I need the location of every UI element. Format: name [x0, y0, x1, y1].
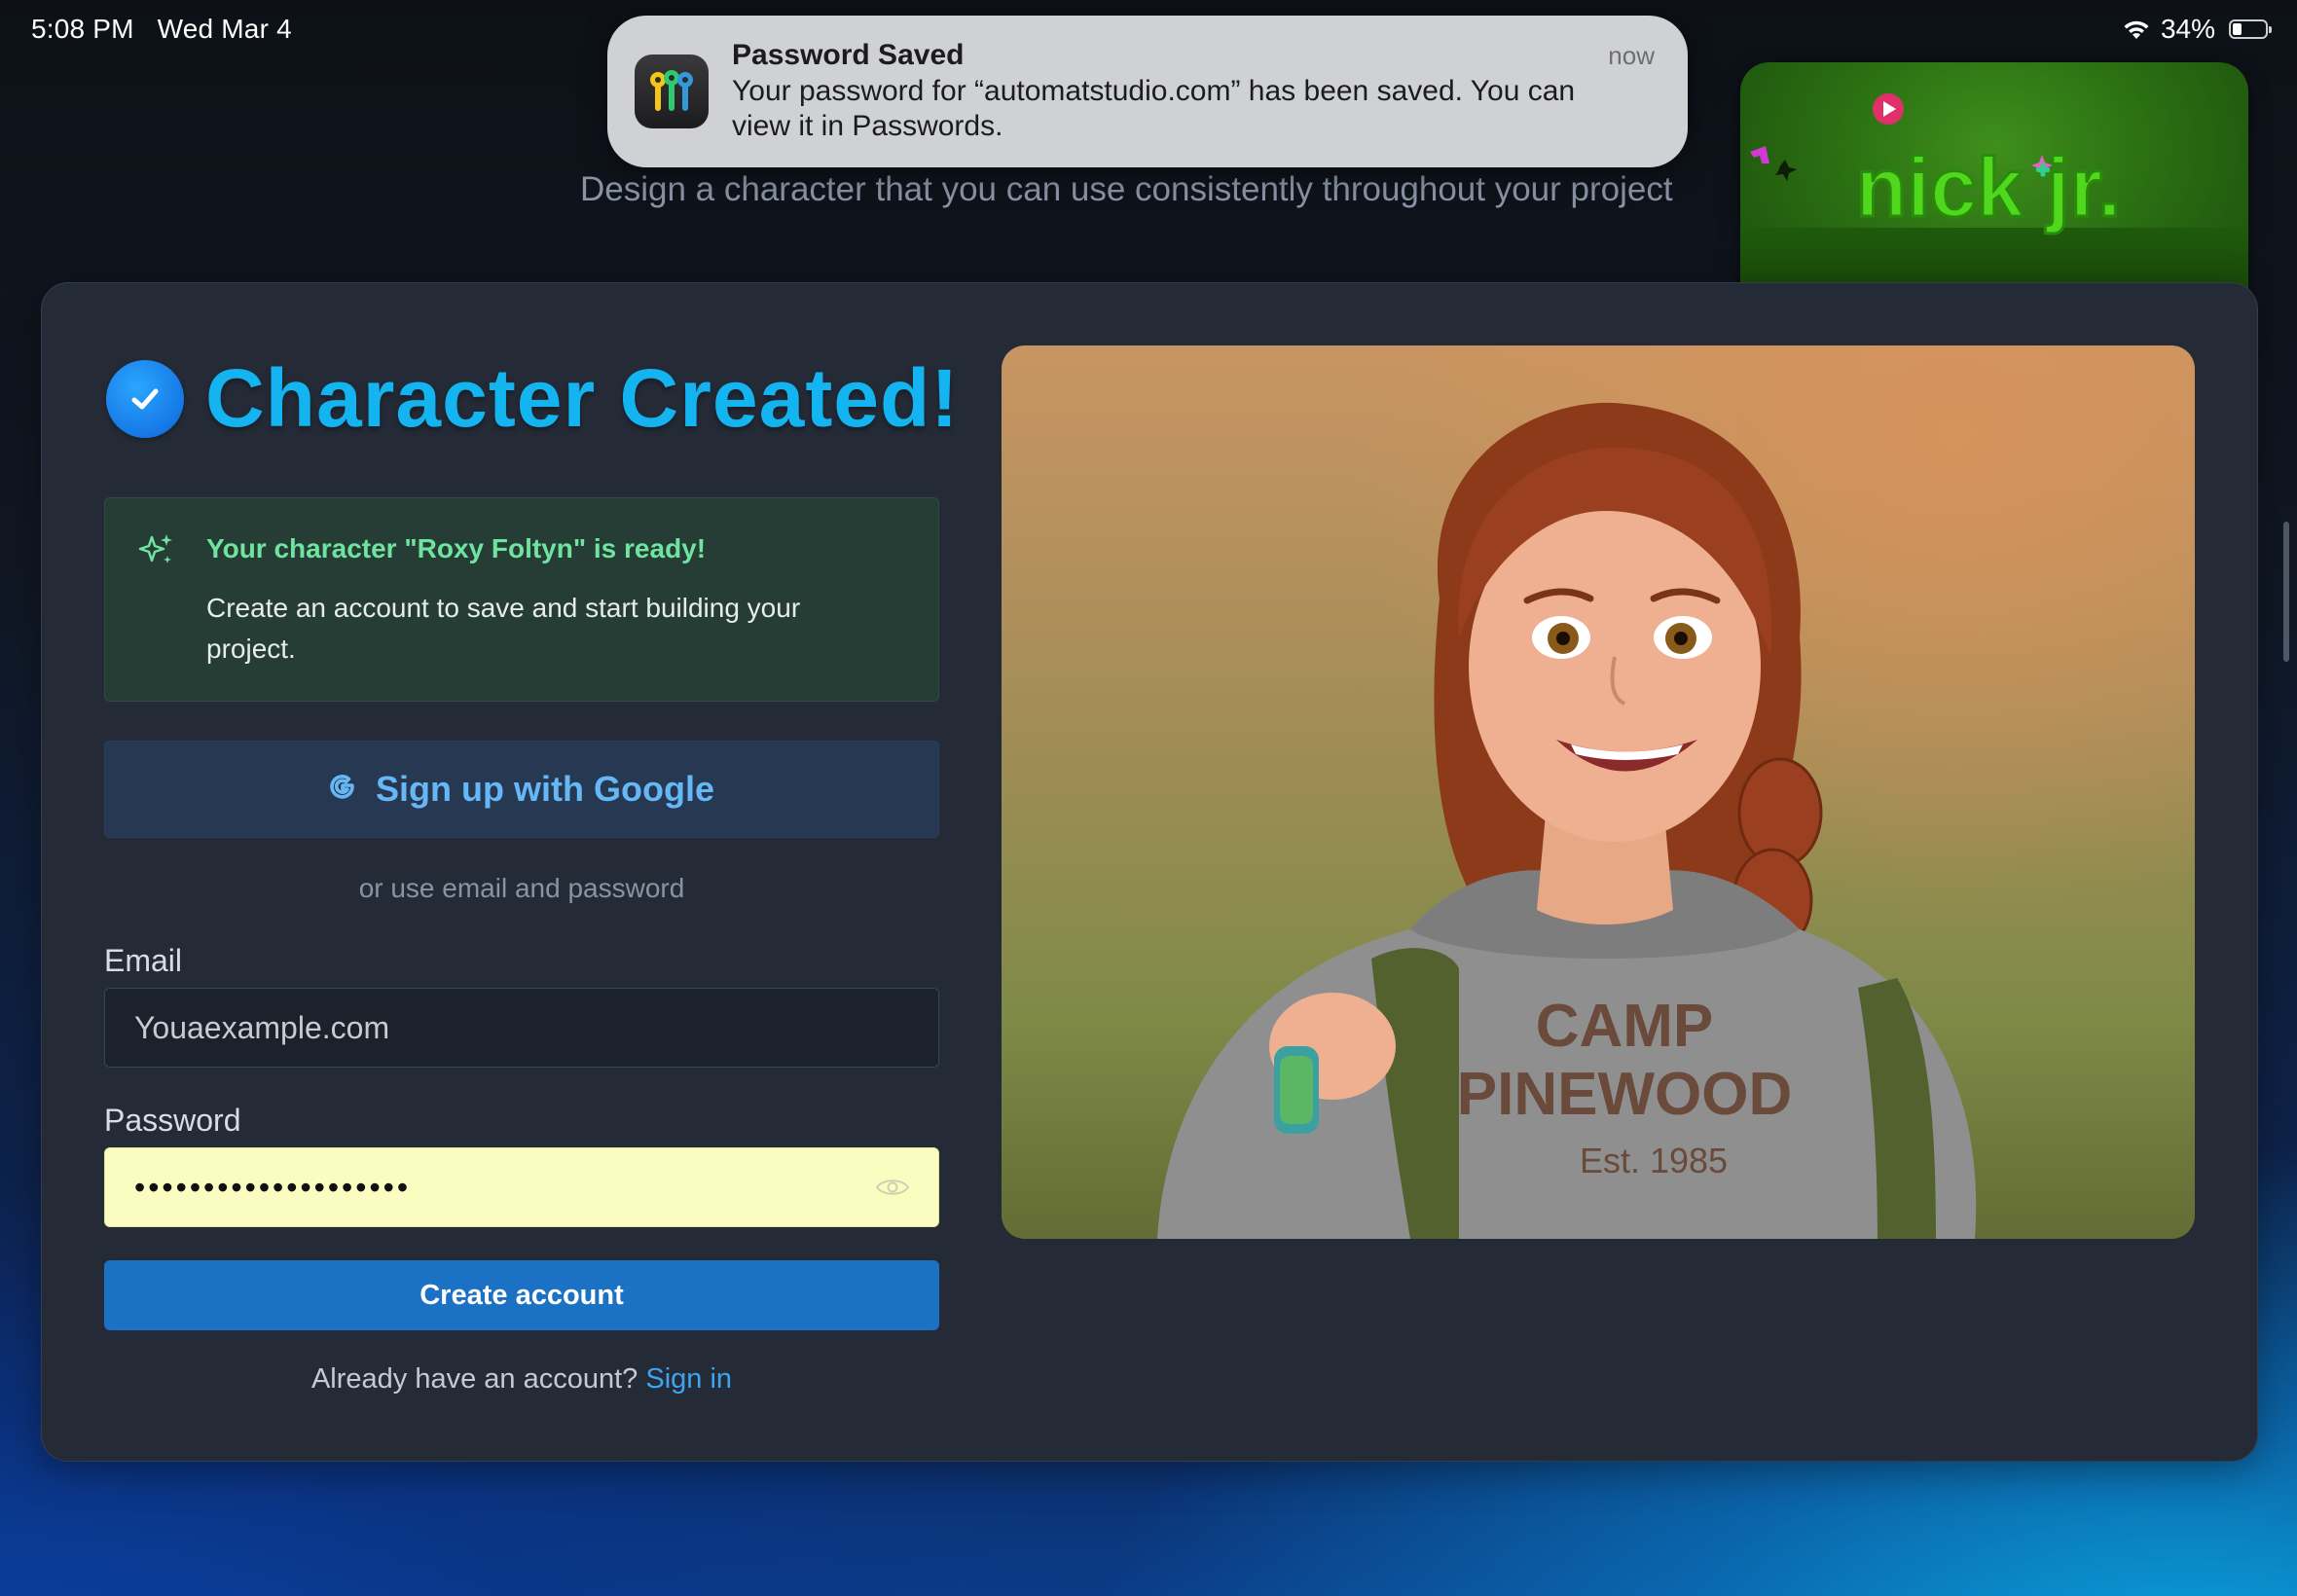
password-label: Password	[104, 1103, 241, 1138]
sign-in-link[interactable]: Sign in	[645, 1363, 732, 1395]
shirt-text-pinewood: PINEWOOD	[1457, 1061, 1792, 1128]
shirt-text-est: Est. 1985	[1580, 1141, 1728, 1180]
google-button-label: Sign up with Google	[376, 769, 714, 809]
success-text: Create an account to save and start buil…	[206, 593, 801, 664]
music-note-icon	[1750, 146, 1769, 163]
heading-row: Character Created!	[106, 351, 959, 446]
notification-time: now	[1608, 41, 1655, 70]
notification-body: Your password for “automatstudio.com” ha…	[732, 75, 1576, 142]
character-created-card: Character Created! Your character "Roxy …	[41, 282, 2258, 1462]
page-title: Character Created!	[205, 352, 960, 444]
battery-icon	[2229, 19, 2272, 39]
password-input[interactable]	[104, 1147, 939, 1227]
eye-icon[interactable]	[875, 1175, 910, 1205]
google-signup-button[interactable]: Sign up with Google	[104, 741, 939, 838]
page-subtitle: Design a character that you can use cons…	[580, 170, 1673, 208]
character-image: CAMP PINEWOOD Est. 1985	[1002, 345, 2195, 1239]
shirt-text-camp: CAMP	[1536, 993, 1714, 1060]
success-title: Your character "Roxy Foltyn" is ready!	[206, 533, 707, 563]
nick-jr-logo: nick jr.	[1856, 141, 2122, 235]
status-bar-time: 5:08 PM Wed Mar 4	[31, 14, 292, 45]
status-time: 5:08 PM	[31, 14, 134, 44]
password-saved-notification[interactable]: Password Saved now Your password for “au…	[607, 16, 1688, 167]
battery-percent: 34%	[2160, 14, 2215, 44]
status-bar-right: 34%	[2122, 14, 2272, 45]
wifi-icon	[2122, 18, 2151, 41]
notification-title: Password Saved	[732, 39, 965, 71]
signin-row: Already have an account? Sign in	[104, 1363, 939, 1396]
success-message-box: Your character "Roxy Foltyn" is ready! C…	[104, 497, 939, 702]
sparkles-icon	[138, 531, 175, 573]
passwords-keys-icon	[635, 54, 709, 128]
email-input[interactable]	[104, 988, 939, 1068]
email-label: Email	[104, 943, 183, 978]
status-date: Wed Mar 4	[157, 14, 292, 44]
divider-text: or use email and password	[358, 873, 685, 903]
create-account-button[interactable]: Create account	[104, 1260, 939, 1330]
google-icon	[329, 774, 356, 806]
scroll-indicator[interactable]	[2283, 522, 2289, 662]
signin-prompt: Already have an account?	[310, 1363, 638, 1395]
check-circle-icon	[106, 359, 184, 438]
